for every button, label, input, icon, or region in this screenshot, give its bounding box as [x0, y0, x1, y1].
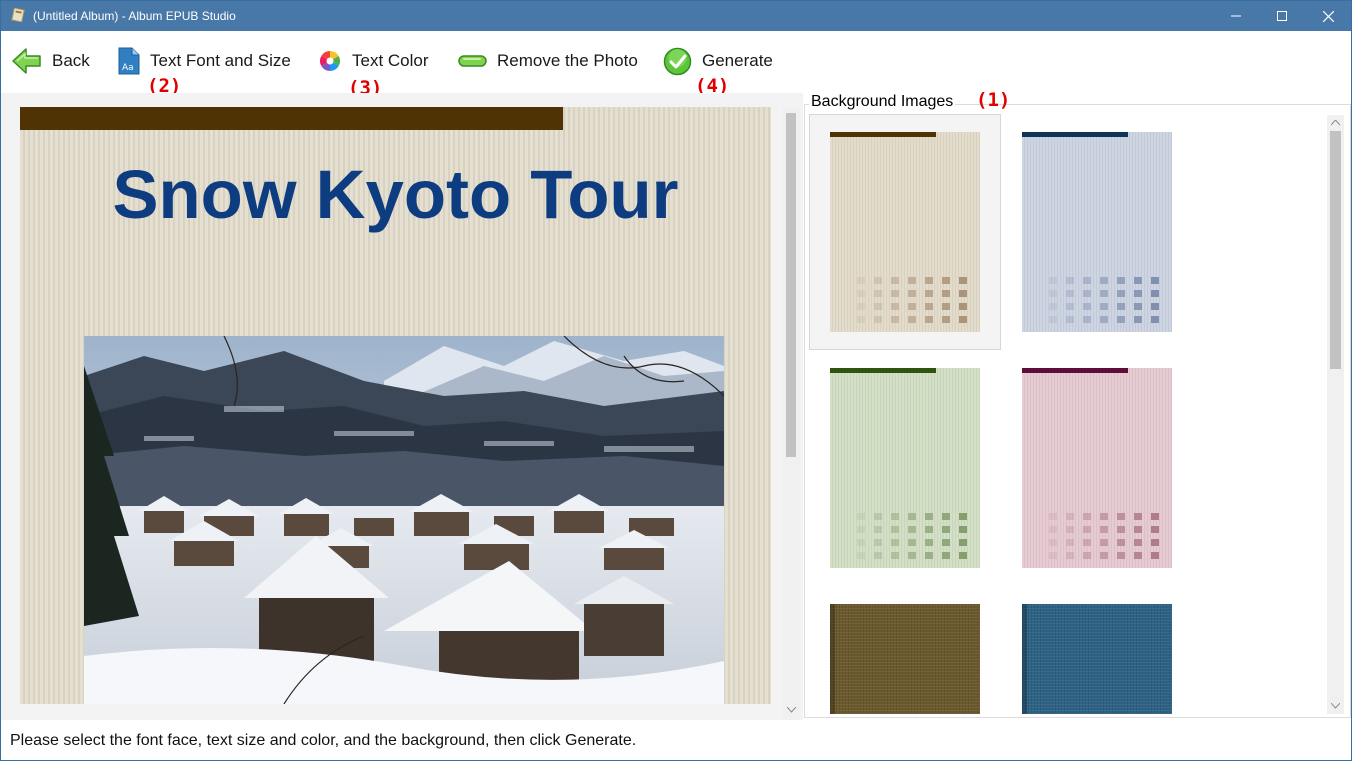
thumbnail-top-bar — [1022, 368, 1128, 373]
color-wheel-icon — [320, 51, 340, 71]
thumbnail-spine — [830, 604, 835, 714]
thumbnail-spine — [1022, 604, 1027, 714]
back-arrow-icon — [12, 48, 41, 74]
text-color-label: Text Color — [352, 51, 429, 70]
toolbar: Back Aa Text Font and Size Text Color Re… — [1, 31, 1351, 99]
window-title: (Untitled Album) - Album EPUB Studio — [33, 9, 236, 23]
background-thumbnail-blue-linen[interactable] — [1022, 604, 1172, 714]
svg-text:Aa: Aa — [122, 63, 134, 73]
minimize-icon — [1231, 15, 1241, 17]
text-color-button[interactable]: Text Color — [318, 45, 429, 77]
close-icon — [1322, 10, 1334, 22]
text-font-size-button[interactable]: Aa Text Font and Size — [118, 45, 291, 77]
album-photo[interactable] — [84, 336, 724, 704]
back-label: Back — [52, 51, 90, 70]
remove-photo-button[interactable]: Remove the Photo — [458, 45, 638, 77]
snow-village-photo — [84, 336, 724, 704]
preview-scrollbar[interactable] — [783, 107, 800, 721]
generate-button[interactable]: Generate — [663, 45, 773, 77]
preview-pane: Snow Kyoto Tour — [1, 93, 803, 721]
minimize-button[interactable] — [1213, 1, 1259, 31]
maximize-button[interactable] — [1259, 1, 1305, 31]
background-thumbnail-olive-linen[interactable] — [830, 604, 980, 714]
app-icon — [11, 8, 25, 22]
app-window: (Untitled Album) - Album EPUB Studio Bac… — [0, 0, 1352, 761]
text-font-size-label: Text Font and Size — [150, 51, 291, 70]
thumbnail-top-bar — [1022, 132, 1128, 137]
scroll-down-arrow-icon[interactable] — [787, 707, 796, 713]
background-thumbnail-blue-gray[interactable] — [1022, 132, 1172, 332]
status-message: Please select the font face, text size a… — [10, 732, 637, 749]
page-top-bar — [20, 107, 563, 130]
background-list-scrollbar-thumb[interactable] — [1330, 131, 1341, 369]
scroll-down-arrow-icon[interactable] — [1331, 703, 1340, 709]
back-button[interactable]: Back — [11, 45, 90, 77]
background-thumbnail-beige[interactable] — [830, 132, 980, 332]
close-button[interactable] — [1305, 1, 1351, 31]
minus-icon — [458, 55, 487, 67]
album-page-preview: Snow Kyoto Tour — [20, 107, 771, 704]
step-marker-1: (1) — [976, 89, 1011, 111]
thumbnail-top-bar — [830, 132, 936, 137]
remove-photo-label: Remove the Photo — [497, 51, 638, 70]
background-list-scrollbar[interactable] — [1327, 115, 1344, 714]
font-document-icon: Aa — [118, 47, 140, 75]
title-bar: (Untitled Album) - Album EPUB Studio — [1, 1, 1351, 31]
generate-label: Generate — [702, 51, 773, 70]
maximize-icon — [1277, 11, 1287, 21]
background-thumbnail-pink[interactable] — [1022, 368, 1172, 568]
check-circle-icon — [663, 47, 692, 75]
preview-scrollbar-thumb[interactable] — [786, 113, 796, 457]
album-title[interactable]: Snow Kyoto Tour — [20, 155, 771, 234]
scroll-up-arrow-icon[interactable] — [1331, 120, 1340, 126]
background-images-label: Background Images — [809, 93, 956, 111]
status-bar: Please select the font face, text size a… — [1, 720, 1351, 760]
background-thumbnail-green[interactable] — [830, 368, 980, 568]
thumbnail-top-bar — [830, 368, 936, 373]
